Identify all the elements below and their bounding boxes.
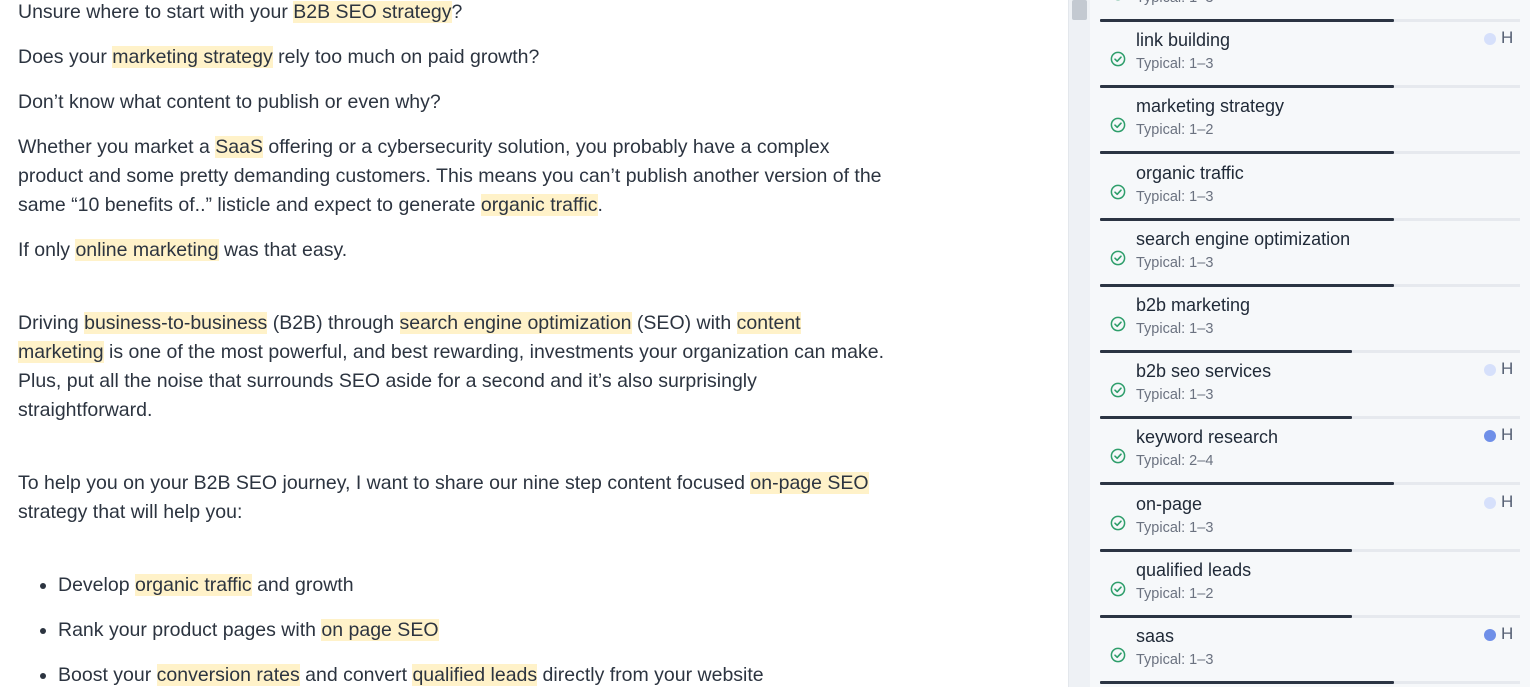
check-circle-icon — [1110, 184, 1126, 199]
keyword-typical: Typical: 1–3 — [1136, 188, 1214, 205]
progress-bar — [1100, 681, 1394, 684]
paragraph: Whether you market a SaaS offering or a … — [18, 136, 882, 216]
heading-indicator-dot — [1484, 430, 1496, 443]
keyword-typical: Typical: 1–3 — [1136, 519, 1214, 536]
keyword-highlight: organic traffic — [134, 574, 252, 596]
keyword-row[interactable]: on-page Typical: 1–3 H — [1100, 486, 1520, 552]
heading-tag: H — [1501, 491, 1514, 511]
keyword-name: marketing strategy — [1136, 96, 1285, 117]
keyword-name: search engine optimization — [1136, 228, 1351, 249]
keyword-highlight: on-page SEO — [750, 472, 869, 494]
keyword-typical: Typical: 2–4 — [1136, 453, 1214, 470]
keyword-typical: Typical: 1–2 — [1136, 122, 1214, 139]
keyword-highlight: business-to-business — [84, 312, 268, 334]
heading-tag: H — [1501, 28, 1514, 48]
progress-track — [1394, 681, 1520, 684]
keyword-highlight: qualified leads — [412, 664, 538, 686]
paragraph: To help you on your B2B SEO journey, I w… — [18, 472, 869, 523]
check-circle-icon — [1110, 581, 1126, 597]
paragraph: If only online marketing was that easy. — [18, 239, 348, 261]
keyword-typical: Typical: 1–3 — [1136, 254, 1214, 271]
keyword-typical: Typical: 1–3 — [1136, 56, 1214, 73]
keyword-name: organic traffic — [1136, 162, 1244, 183]
keyword-highlight: marketing strategy — [112, 46, 273, 68]
check-circle-icon — [1110, 250, 1126, 266]
list-item: Rank your product pages with on page SEO — [58, 616, 888, 645]
check-circle-icon — [1110, 316, 1126, 332]
keyword-typical: Typical: 1–2 — [1136, 585, 1214, 602]
list-item: Boost your conversion rates and convert … — [58, 661, 888, 687]
keyword-row[interactable]: b2b seo services Typical: 1–3 H — [1100, 353, 1520, 420]
keyword-highlight: online marketing — [75, 239, 219, 261]
keyword-highlight: SaaS — [215, 136, 263, 158]
keyword-row[interactable]: b2b marketing Typical: 1–3 — [1100, 287, 1520, 353]
keyword-name: b2b seo services — [1136, 361, 1272, 382]
keyword-row[interactable]: saas Typical: 1–3 H — [1100, 618, 1520, 684]
check-circle-icon — [1110, 647, 1126, 663]
heading-tag: H — [1501, 359, 1514, 379]
heading-indicator-dot — [1484, 364, 1496, 377]
panel-scrollbar[interactable] — [1068, 0, 1091, 687]
check-circle-icon — [1110, 515, 1126, 530]
keyword-row[interactable]: marketing strategy Typical: 1–2 — [1100, 88, 1520, 155]
heading-tag: H — [1501, 624, 1514, 643]
keyword-highlight: B2B SEO strategy — [293, 1, 452, 23]
heading-indicator-dot — [1484, 629, 1496, 641]
list-item: Develop organic traffic and growth — [58, 571, 888, 600]
keyword-highlight: search engine optimization — [399, 312, 632, 334]
keyword-row[interactable]: Typical: 1–3 — [1100, 0, 1520, 22]
keyword-name: b2b marketing — [1136, 295, 1251, 315]
paragraph: Does your marketing strategy rely too mu… — [18, 46, 540, 68]
check-circle-icon — [1115, 0, 1121, 1]
keyword-name: qualified leads — [1136, 559, 1252, 580]
keyword-name: on-page — [1136, 493, 1203, 514]
keyword-name: saas — [1136, 626, 1175, 646]
paragraph: Unsure where to start with your B2B SEO … — [18, 1, 463, 23]
keyword-panel[interactable]: Typical: 1–3 link building Typical: 1–3 Hma… — [1090, 0, 1530, 687]
editor-pane[interactable]: Unsure where to start with your B2B SEO … — [0, 0, 1068, 687]
article-content[interactable]: Unsure where to start with your B2B SEO … — [18, 0, 888, 687]
check-circle-icon — [1110, 118, 1126, 133]
heading-indicator-dot — [1484, 496, 1496, 509]
keyword-typical: Typical: 1–3 — [1136, 652, 1214, 668]
keyword-row[interactable]: link building Typical: 1–3 H — [1100, 22, 1520, 89]
keyword-highlight: organic traffic — [480, 194, 598, 216]
scrollbar-thumb[interactable] — [1072, 0, 1087, 20]
keyword-name: keyword research — [1136, 427, 1279, 448]
keyword-highlight: on page SEO — [321, 619, 439, 641]
check-circle-icon — [1110, 449, 1126, 464]
keyword-typical: Typical: 1–3 — [1136, 387, 1214, 404]
paragraph: Driving business-to-business (B2B) throu… — [18, 312, 885, 421]
keyword-row[interactable]: keyword research Typical: 2–4 H — [1100, 419, 1520, 486]
keyword-row[interactable]: search engine optimization Typical: 1–3 — [1100, 221, 1520, 287]
keyword-row[interactable]: organic traffic Typical: 1–3 — [1100, 155, 1520, 221]
paragraph: Don’t know what content to publish or ev… — [18, 91, 441, 113]
heading-indicator-dot — [1484, 33, 1496, 46]
keyword-typical: Typical: 1–3 — [1136, 0, 1213, 7]
keyword-highlight: conversion rates — [156, 664, 300, 686]
heading-tag: H — [1501, 425, 1514, 445]
bullet-list: Develop organic traffic and growth Rank … — [18, 571, 888, 687]
keyword-typical: Typical: 1–3 — [1136, 321, 1214, 337]
keyword-name: link building — [1136, 30, 1231, 51]
check-circle-icon — [1110, 382, 1126, 398]
check-circle-icon — [1110, 51, 1126, 67]
keyword-row[interactable]: qualified leads Typical: 1–2 — [1100, 552, 1520, 618]
